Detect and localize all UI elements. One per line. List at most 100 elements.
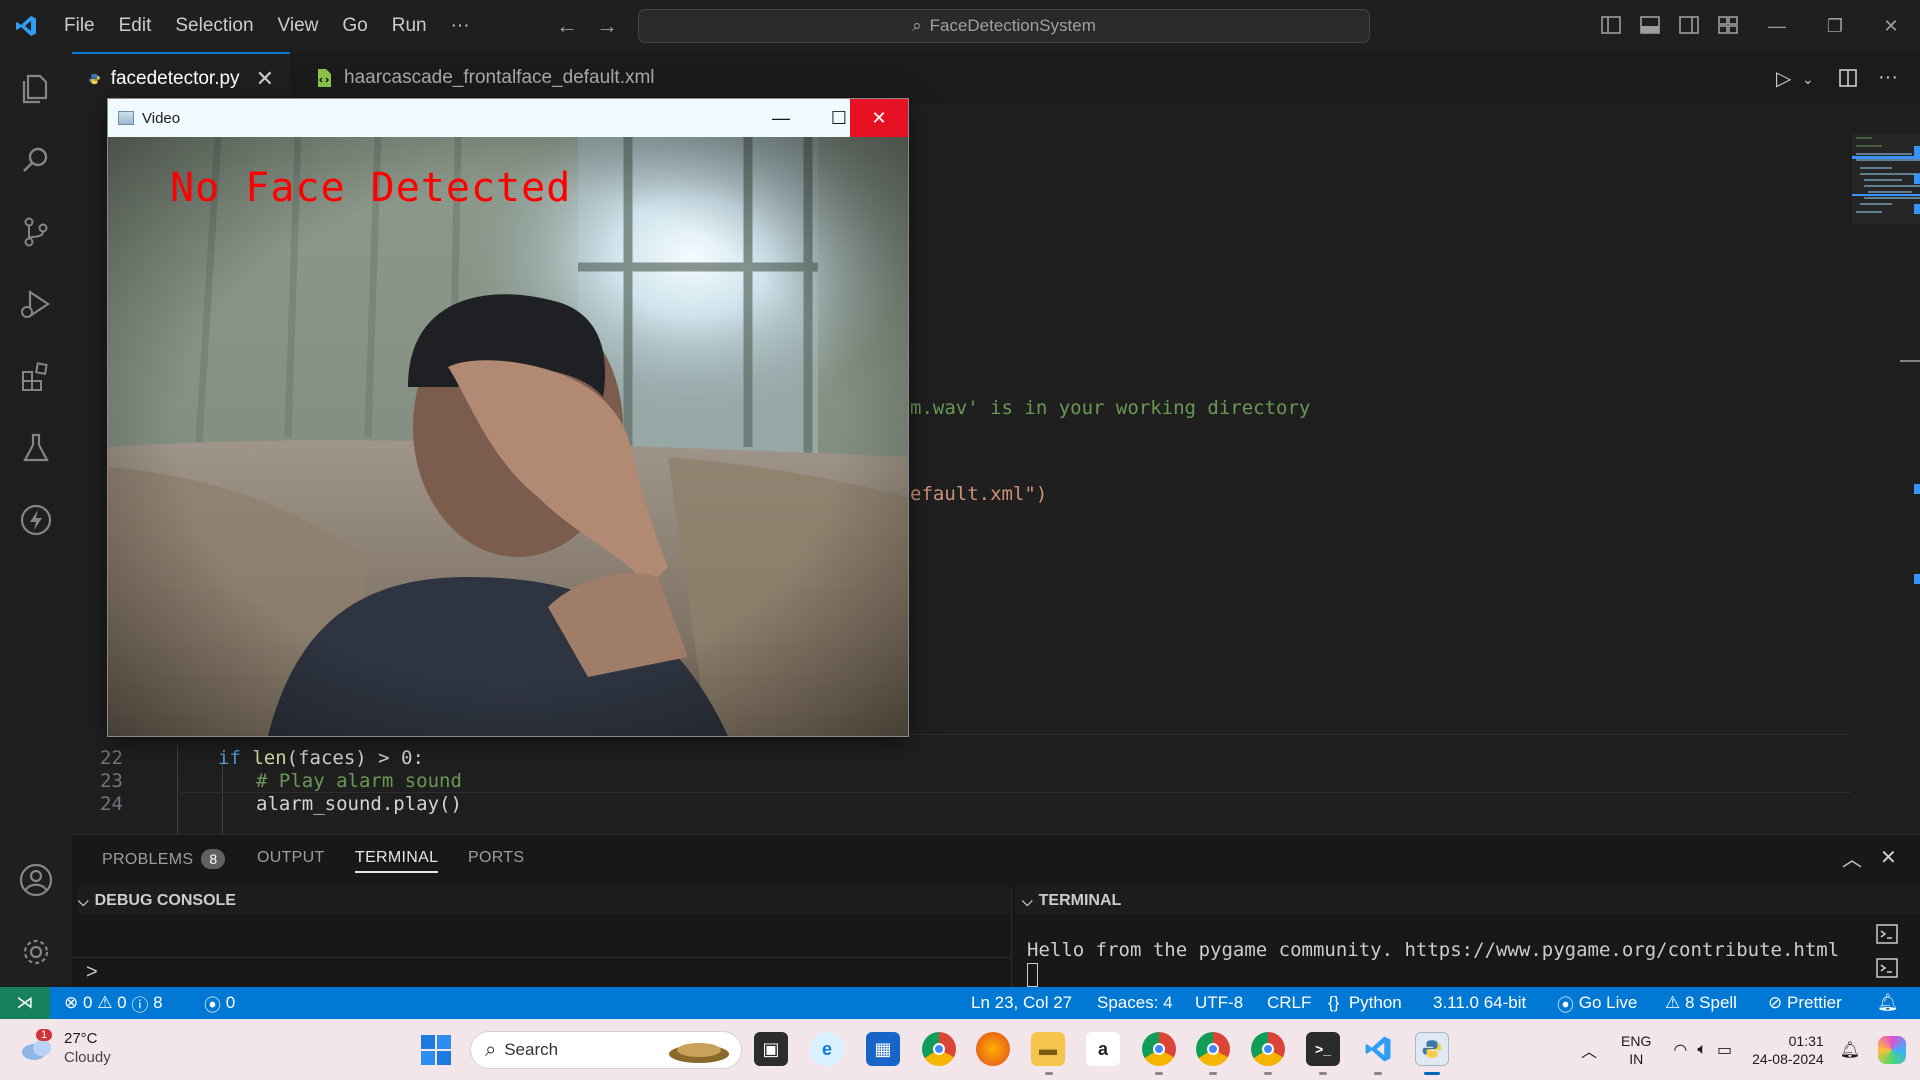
python-interpreter[interactable]: 3.11.0 64-bit (1433, 987, 1526, 1019)
section-title: TERMINAL (1038, 892, 1122, 909)
cursor-position[interactable]: Ln 23, Col 27 (971, 987, 1072, 1019)
wifi-icon[interactable]: ◠ (1673, 1040, 1687, 1060)
more-actions-icon[interactable]: ··· (1878, 66, 1898, 89)
debug-console-header[interactable]: ⌵ DEBUG CONSOLE (78, 887, 1010, 915)
notifications-bell-icon[interactable]: 🔔︎ (1840, 1040, 1860, 1060)
prettier-label: Prettier (1786, 993, 1842, 1012)
video-window-titlebar[interactable]: Video — ☐ ✕ (108, 99, 908, 137)
vscode-taskbar-icon[interactable] (1361, 1032, 1395, 1066)
terminal-output[interactable]: Hello from the pygame community. https:/… (1027, 939, 1839, 961)
menu-item-edit[interactable]: Edit (107, 0, 164, 52)
tab-problems[interactable]: PROBLEMS 8 (102, 849, 226, 869)
taskbar-search-box[interactable]: ⌕ Search (470, 1031, 742, 1069)
prettier-status[interactable]: ⊘ Prettier (1768, 987, 1842, 1019)
menu-item-selection[interactable]: Selection (163, 0, 265, 52)
language-mode[interactable]: {} Python (1328, 987, 1402, 1019)
close-panel-icon[interactable]: ✕ (1880, 845, 1897, 870)
active-indicator (1424, 1072, 1440, 1075)
tab-facedetector-py[interactable]: facedetector.py ✕ (72, 52, 290, 104)
input-language[interactable]: ENG IN (1621, 1032, 1651, 1068)
file-explorer-icon[interactable]: ▬ (1031, 1032, 1065, 1066)
running-indicator (1319, 1072, 1327, 1075)
split-divider (1011, 887, 1012, 988)
windows-start-icon[interactable] (420, 1034, 452, 1071)
show-hidden-icons-chevron[interactable]: ︿ (1581, 1038, 1597, 1062)
video-minimize-icon[interactable]: — (752, 99, 810, 137)
terminal-instance-icon[interactable] (1876, 923, 1898, 945)
ports-status[interactable]: ⦿ 0 (204, 987, 235, 1019)
chrome-profile-icon[interactable] (1142, 1032, 1176, 1066)
restore-window-icon[interactable]: ❐ (1806, 0, 1864, 52)
indentation[interactable]: Spaces: 4 (1097, 987, 1173, 1019)
command-center-search[interactable]: ⌕ FaceDetectionSystem (638, 9, 1370, 43)
explorer-icon[interactable] (16, 68, 56, 108)
battery-icon[interactable]: ▭ (1717, 1040, 1732, 1060)
manage-gear-icon[interactable] (16, 932, 56, 972)
weather-temp: 27°C (64, 1030, 98, 1047)
terminal-header[interactable]: ⌵ TERMINAL (1016, 887, 1920, 915)
go-live-button[interactable]: ⦿ Go Live (1557, 987, 1637, 1019)
task-view-icon[interactable]: ▣ (754, 1032, 788, 1066)
problems-status[interactable]: ⊗ 0 ⚠ 0 ⓘ 8 (64, 987, 163, 1019)
edge-browser-icon[interactable]: e (810, 1032, 844, 1066)
menu-item-more[interactable]: ··· (439, 0, 482, 52)
python-video-app-icon[interactable] (1415, 1032, 1449, 1066)
close-window-icon[interactable]: ✕ (1862, 0, 1920, 52)
remote-icon: ⋊ (16, 993, 34, 1012)
spell-check-status[interactable]: ⚠ 8 Spell (1665, 987, 1737, 1019)
volume-icon[interactable]: 🔈︎ (1697, 1041, 1707, 1059)
notifications-bell-icon[interactable]: 🔔︎ (1877, 987, 1899, 1019)
video-window[interactable]: Video — ☐ ✕ No Face Detected (108, 99, 908, 736)
chrome-profile-icon[interactable] (1196, 1032, 1230, 1066)
end-of-line[interactable]: CRLF (1267, 987, 1311, 1019)
terminal-instance-icon[interactable] (1876, 957, 1898, 979)
run-dropdown-chevron-icon[interactable]: ⌄ (1802, 71, 1814, 88)
system-tray: ︿ ENG IN ◠ 🔈︎ ▭ 01:31 24-08-2024 🔔︎ (1581, 1019, 1920, 1080)
tab-output[interactable]: OUTPUT (257, 849, 325, 867)
amazon-icon[interactable]: a (1086, 1032, 1120, 1066)
debug-console-input[interactable]: > (86, 961, 98, 984)
lightning-extension-icon[interactable] (16, 500, 56, 540)
minimap[interactable] (1852, 134, 1920, 234)
back-arrow-icon[interactable]: ← (548, 13, 586, 39)
toggle-panel-icon[interactable] (1639, 14, 1661, 36)
windows-taskbar: 1 27°C Cloudy ⌕ Search ▣ e ▦ ▬ a >_ ︿ EN… (0, 1019, 1920, 1080)
running-indicator (1155, 1072, 1163, 1075)
remote-indicator[interactable]: ⋊ (0, 987, 50, 1019)
tab-terminal[interactable]: TERMINAL (355, 849, 439, 873)
microsoft-store-icon[interactable]: ▦ (866, 1032, 900, 1066)
menu-item-view[interactable]: View (266, 0, 331, 52)
activity-bar (0, 52, 72, 987)
search-icon[interactable] (16, 140, 56, 180)
maximize-panel-chevron-icon[interactable]: ︿ (1842, 843, 1862, 872)
run-debug-icon[interactable] (16, 284, 56, 324)
encoding[interactable]: UTF-8 (1195, 987, 1243, 1019)
menu-item-go[interactable]: Go (330, 0, 379, 52)
chrome-icon[interactable] (922, 1032, 956, 1066)
copilot-icon[interactable] (1878, 1035, 1906, 1064)
extensions-icon[interactable] (16, 356, 56, 396)
minimize-window-icon[interactable]: — (1748, 0, 1806, 52)
testing-flask-icon[interactable] (16, 428, 56, 468)
chrome-profile-icon[interactable] (1251, 1032, 1285, 1066)
weather-widget[interactable]: 1 27°C Cloudy (20, 1029, 111, 1067)
terminal-app-icon[interactable]: >_ (1306, 1032, 1340, 1066)
ruler-mark (1914, 574, 1920, 584)
forward-arrow-icon[interactable]: → (588, 13, 626, 39)
tab-haarcascade-xml[interactable]: haarcascade_frontalface_default.xml (298, 52, 766, 104)
close-tab-icon[interactable]: ✕ (256, 66, 274, 92)
toggle-primary-sidebar-icon[interactable] (1600, 14, 1622, 36)
video-close-icon[interactable]: ✕ (850, 99, 908, 137)
menu-item-file[interactable]: File (52, 0, 107, 52)
customize-layout-icon[interactable] (1717, 14, 1739, 36)
split-editor-icon[interactable] (1838, 68, 1858, 88)
tab-label: PROBLEMS (102, 851, 194, 868)
menu-item-run[interactable]: Run (380, 0, 439, 52)
tab-ports[interactable]: PORTS (468, 849, 524, 867)
source-control-icon[interactable] (16, 212, 56, 252)
toggle-secondary-sidebar-icon[interactable] (1678, 14, 1700, 36)
firefox-icon[interactable] (976, 1032, 1010, 1066)
accounts-icon[interactable] (16, 860, 56, 900)
clock[interactable]: 01:31 24-08-2024 (1752, 1032, 1824, 1068)
run-python-file-icon[interactable]: ▷ (1776, 66, 1791, 91)
